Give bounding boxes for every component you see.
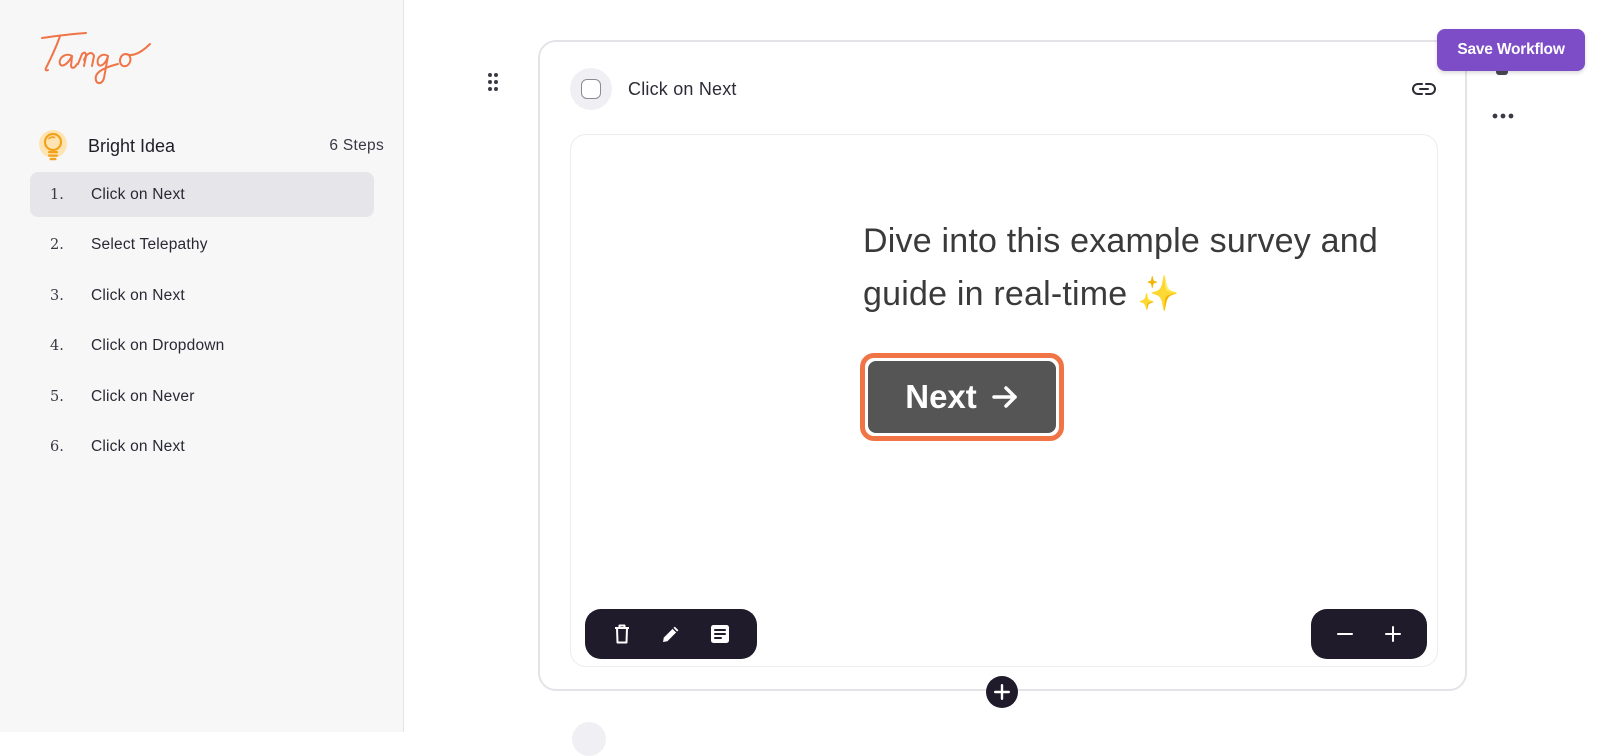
- zoom-in-icon[interactable]: [1376, 617, 1410, 651]
- drag-handle-icon[interactable]: [486, 72, 500, 92]
- workflow-header: Bright Idea 6 Steps: [38, 128, 384, 164]
- step-card: Click on Next Dive into this example sur…: [538, 40, 1467, 691]
- step-number: 3.: [50, 287, 64, 304]
- step-item-6[interactable]: 6. Click on Next: [30, 425, 374, 470]
- step-number: 4.: [50, 338, 64, 354]
- step-item-3[interactable]: 3. Click on Next: [30, 273, 374, 318]
- step-item-2[interactable]: 2. Select Telepathy: [30, 223, 374, 268]
- lightbulb-icon: [38, 130, 68, 162]
- link-icon[interactable]: [1410, 75, 1438, 103]
- screenshot-next-label: Next: [905, 378, 977, 415]
- click-highlight: Next: [860, 353, 1064, 441]
- step-item-1[interactable]: 1. Click on Next: [30, 172, 374, 217]
- pencil-icon[interactable]: [654, 617, 688, 651]
- sidebar: Bright Idea 6 Steps 1. Click on Next 2. …: [0, 0, 404, 732]
- workflow-title: Bright Idea: [88, 135, 176, 156]
- step-list: 1. Click on Next 2. Select Telepathy 3. …: [30, 172, 374, 475]
- next-step-checkbox[interactable]: [572, 722, 606, 756]
- checkbox-icon: [581, 79, 601, 99]
- step-label: Click on Never: [91, 387, 195, 405]
- step-item-4[interactable]: 4. Click on Dropdown: [30, 324, 374, 369]
- zoom-out-icon[interactable]: [1328, 617, 1362, 651]
- tango-logo[interactable]: [38, 30, 158, 86]
- note-icon[interactable]: [703, 617, 737, 651]
- step-card-header: Click on Next: [570, 68, 1438, 110]
- plus-icon: [994, 684, 1010, 700]
- step-number: 1.: [50, 186, 64, 203]
- step-label: Click on Next: [91, 438, 185, 455]
- step-number: 5.: [50, 388, 64, 405]
- screenshot-caption-line: guide in real-time ✨: [863, 275, 1180, 313]
- step-checkbox[interactable]: [570, 68, 612, 110]
- screenshot-next-button: Next: [868, 361, 1056, 433]
- step-label: Click on Dropdown: [91, 337, 225, 354]
- save-workflow-button[interactable]: Save Workflow: [1437, 29, 1585, 71]
- screenshot-caption-line: Dive into this example survey and: [863, 222, 1378, 260]
- step-label: Select Telepathy: [91, 236, 208, 253]
- arrow-right-icon: [992, 386, 1017, 408]
- step-item-5[interactable]: 5. Click on Never: [30, 374, 374, 419]
- zoom-controls: [1311, 609, 1427, 659]
- screenshot-caption: Dive into this example survey and guide …: [863, 215, 1437, 321]
- step-count: 6 Steps: [329, 137, 384, 154]
- more-horizontal-icon[interactable]: [1490, 104, 1516, 128]
- step-number: 2.: [50, 237, 64, 253]
- add-step-button[interactable]: [986, 676, 1018, 708]
- step-number: 6.: [50, 439, 64, 455]
- step-title[interactable]: Click on Next: [628, 79, 1410, 100]
- step-screenshot: Dive into this example survey and guide …: [570, 134, 1438, 667]
- image-toolbar: [585, 609, 757, 659]
- step-label: Click on Next: [91, 286, 185, 304]
- trash-icon[interactable]: [605, 617, 639, 651]
- step-label: Click on Next: [91, 185, 185, 203]
